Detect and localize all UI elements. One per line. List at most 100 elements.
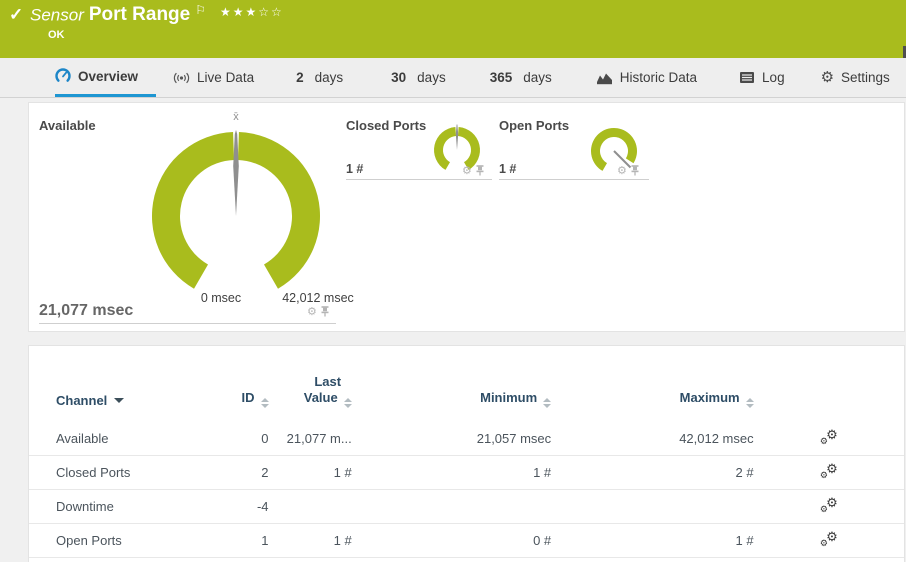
gauge-value-closed-ports: 1 # bbox=[346, 162, 364, 176]
tab-label: Overview bbox=[78, 68, 139, 84]
tab-30-days[interactable]: 30 days bbox=[391, 58, 446, 97]
channel-settings-gears-icon[interactable]: ⚙ ⚙ bbox=[820, 529, 838, 548]
tab-label: days bbox=[314, 70, 344, 85]
sort-icon bbox=[745, 398, 754, 409]
sort-icon bbox=[260, 398, 269, 409]
table-header-row: Channel ID Last Value Minimum Maximum bbox=[29, 374, 904, 422]
status-badge: OK bbox=[48, 29, 65, 41]
channel-last-value bbox=[268, 489, 352, 524]
pin-icon[interactable] bbox=[320, 306, 330, 318]
table-row-partial bbox=[29, 557, 904, 562]
header-maximum[interactable]: Maximum bbox=[551, 374, 754, 422]
channel-maximum bbox=[551, 489, 754, 524]
divider bbox=[499, 179, 649, 180]
tab-settings[interactable]: ⚙ Settings bbox=[821, 58, 890, 97]
tab-bar: Overview Live Data 2 days 30 days 365 da… bbox=[0, 58, 906, 98]
tab-number: 365 bbox=[489, 70, 513, 85]
channel-maximum: 2 # bbox=[551, 455, 754, 490]
tab-live-data[interactable]: Live Data bbox=[173, 58, 254, 97]
channel-maximum: 42,012 msec bbox=[679, 431, 754, 447]
channel-last-value: 21,077 m... bbox=[286, 431, 352, 447]
table-row: Downtime -4 ⚙ ⚙ bbox=[29, 489, 904, 524]
log-list-icon bbox=[740, 72, 755, 83]
sort-icon bbox=[343, 398, 352, 409]
channel-id: 1 bbox=[214, 523, 269, 558]
tab-label: days bbox=[417, 70, 446, 85]
channel-name: Closed Ports bbox=[29, 455, 215, 490]
channel-table-card: Channel ID Last Value Minimum Maximum Av… bbox=[28, 345, 905, 562]
status-check-icon: ✓ bbox=[9, 5, 24, 24]
tab-label: Settings bbox=[841, 70, 890, 85]
channel-maximum: 1 # bbox=[551, 523, 754, 558]
flag-icon[interactable]: ⚐ bbox=[195, 3, 206, 17]
header-label: Value bbox=[303, 390, 338, 406]
sensor-title-line: Sensor Port Range ⚐ ★★★☆☆ bbox=[30, 3, 284, 26]
channel-id: 2 bbox=[214, 455, 269, 490]
header-label: Last bbox=[314, 374, 342, 389]
sensor-title: Port Range bbox=[88, 4, 191, 26]
sensor-header: ✓ Sensor Port Range ⚐ ★★★☆☆ OK bbox=[0, 0, 906, 58]
priority-stars[interactable]: ★★★☆☆ bbox=[220, 5, 284, 19]
channel-last-value: 1 # bbox=[268, 523, 352, 558]
sort-icon bbox=[543, 398, 552, 409]
tab-number: 30 bbox=[391, 70, 407, 85]
tab-2-days[interactable]: 2 days bbox=[296, 58, 343, 97]
channel-last-value: 1 # bbox=[268, 455, 352, 490]
gauge-max-label: 42,012 msec bbox=[282, 291, 354, 305]
historic-chart-icon bbox=[596, 73, 612, 84]
tab-log[interactable]: Log bbox=[739, 58, 785, 97]
header-label: Channel bbox=[56, 393, 108, 409]
header-actions bbox=[754, 374, 904, 422]
gauge-icon bbox=[55, 68, 71, 82]
channel-table: Channel ID Last Value Minimum Maximum Av… bbox=[29, 374, 904, 562]
tab-365-days[interactable]: 365 days bbox=[490, 58, 552, 97]
tab-label: days bbox=[523, 70, 552, 85]
sensor-kind-label: Sensor bbox=[30, 5, 84, 25]
table-row: Open Ports 1 1 # 0 # 1 # ⚙ ⚙ bbox=[29, 523, 904, 558]
tab-label: Historic Data bbox=[619, 70, 698, 85]
gear-icon: ⚙ bbox=[820, 69, 835, 86]
channel-name: Downtime bbox=[29, 489, 215, 524]
pin-icon[interactable] bbox=[475, 165, 485, 177]
channel-minimum: 0 # bbox=[351, 523, 552, 558]
channel-name: Available bbox=[56, 431, 109, 447]
header-minimum[interactable]: Minimum bbox=[352, 374, 552, 422]
gauge-title-available: Available bbox=[39, 118, 96, 133]
tab-label: Live Data bbox=[197, 70, 255, 85]
sensor-page: ✓ Sensor Port Range ⚐ ★★★☆☆ OK Overview Liv… bbox=[0, 0, 906, 562]
table-row: Available 0 21,077 m... 21,057 msec 42,0… bbox=[29, 422, 904, 456]
gauge-min-label: 0 msec bbox=[200, 291, 242, 305]
channel-minimum: 1 # bbox=[351, 455, 552, 490]
header-last-value[interactable]: Last Value bbox=[269, 374, 352, 422]
channel-minimum: 21,057 msec bbox=[476, 431, 552, 447]
gauges-card: Available x̄ 0 msec 42,012 msec 21,077 m… bbox=[28, 102, 905, 332]
tab-historic-data[interactable]: Historic Data bbox=[596, 58, 697, 97]
tab-overview[interactable]: Overview bbox=[55, 58, 157, 97]
gauge-settings-gear-icon[interactable]: ⚙ bbox=[617, 165, 627, 177]
channel-name: Open Ports bbox=[29, 523, 215, 558]
gauge-title-closed-ports: Closed Ports bbox=[346, 118, 427, 133]
divider bbox=[346, 179, 492, 180]
channel-settings-gears-icon[interactable]: ⚙ ⚙ bbox=[820, 427, 838, 446]
tab-label: Log bbox=[762, 70, 785, 85]
tab-number: 2 bbox=[296, 70, 304, 85]
channel-id: 0 bbox=[261, 431, 269, 447]
gauge-title-open-ports: Open Ports bbox=[499, 118, 570, 133]
channel-id: -4 bbox=[214, 489, 269, 524]
divider bbox=[39, 323, 336, 324]
sort-desc-icon bbox=[114, 398, 125, 404]
gauge-value-open-ports: 1 # bbox=[499, 162, 517, 176]
available-gauge bbox=[151, 130, 321, 289]
pin-icon[interactable] bbox=[630, 165, 640, 177]
header-channel[interactable]: Channel bbox=[29, 374, 214, 422]
header-label: ID bbox=[241, 390, 255, 406]
channel-settings-gears-icon[interactable]: ⚙ ⚙ bbox=[820, 495, 838, 514]
channel-minimum bbox=[351, 489, 552, 524]
header-label: Minimum bbox=[480, 390, 538, 406]
channel-settings-gears-icon[interactable]: ⚙ ⚙ bbox=[820, 461, 838, 480]
live-signal-icon bbox=[173, 72, 190, 83]
gauge-settings-gear-icon[interactable]: ⚙ bbox=[462, 165, 472, 177]
gauge-settings-gear-icon[interactable]: ⚙ bbox=[307, 306, 317, 318]
header-id[interactable]: ID bbox=[214, 374, 269, 422]
gauge-value-available: 21,077 msec bbox=[39, 302, 134, 319]
